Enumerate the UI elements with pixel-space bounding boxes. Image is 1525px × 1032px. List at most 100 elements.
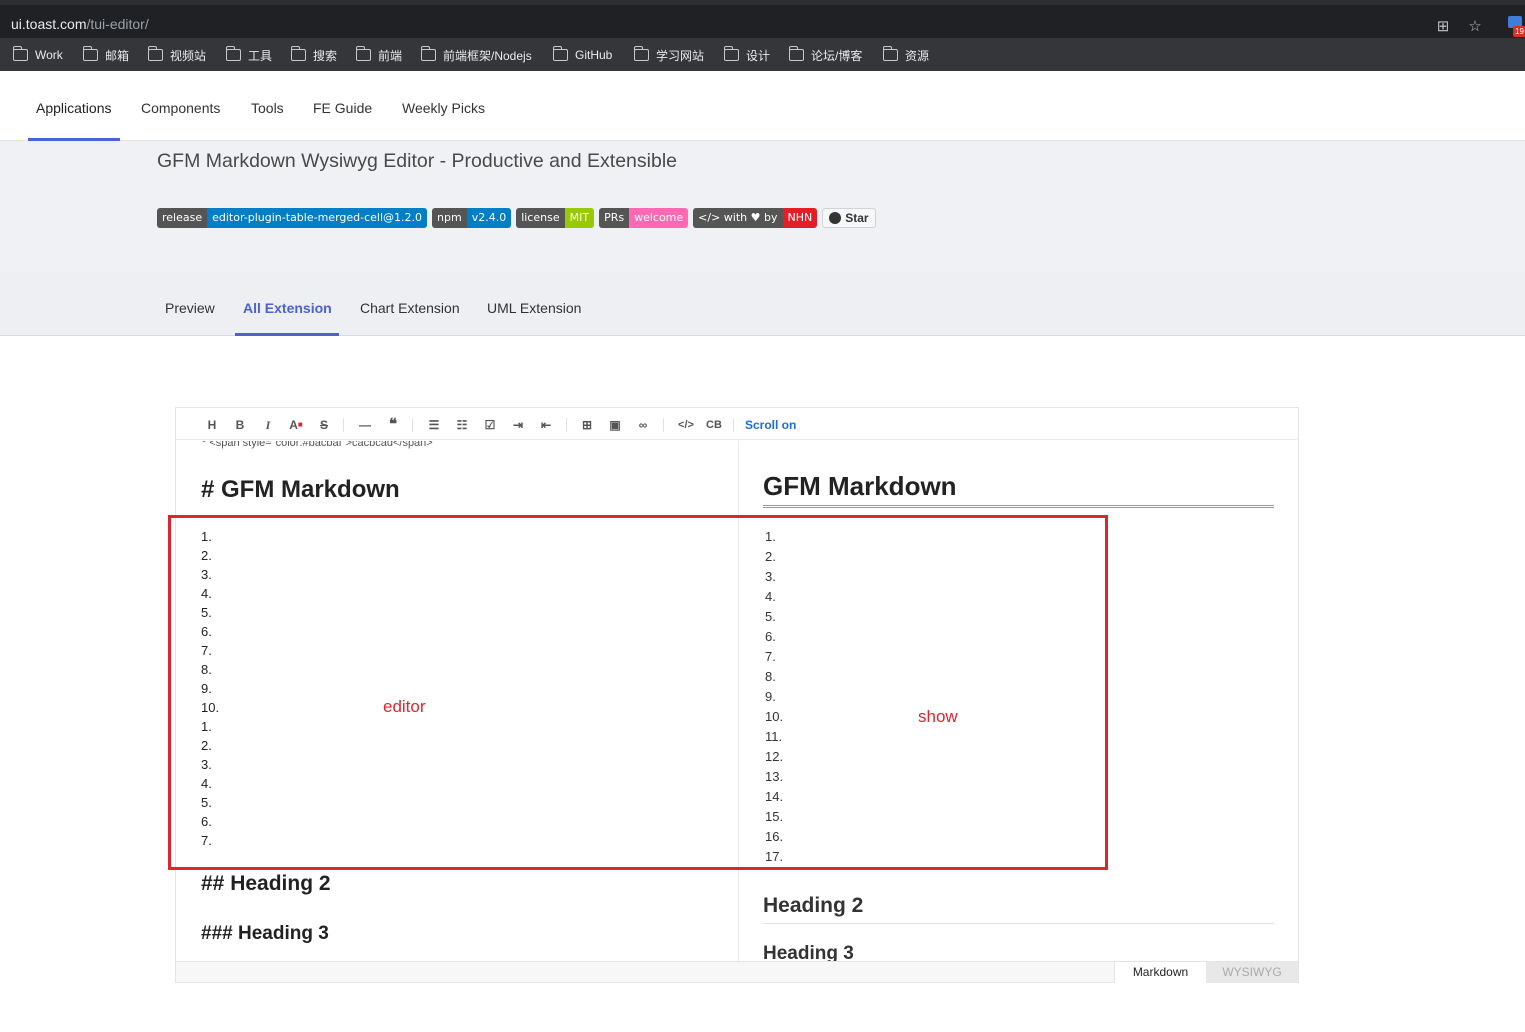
bookmark-folder[interactable]: 工具 [225, 46, 273, 64]
folder-icon [788, 46, 804, 61]
source-heading-3: ### Heading 3 [201, 923, 329, 944]
badge-label: license [516, 208, 565, 228]
toolbar-divider [412, 418, 413, 432]
indent-icon[interactable]: ⇥ [510, 417, 526, 433]
badge-value: v2.4.0 [466, 208, 512, 228]
license-badge[interactable]: license MIT [516, 208, 595, 228]
badge-value: welcome [629, 208, 689, 228]
annotation-box [168, 515, 1108, 870]
translate-icon[interactable]: ⊞ [1434, 18, 1452, 36]
extension-icon[interactable]: 19 [1507, 14, 1525, 37]
preview-heading-1: GFM Markdown [763, 471, 1274, 508]
ordered-list-icon[interactable]: ☷ [454, 417, 470, 433]
nav-fe-guide[interactable]: FE Guide [313, 100, 372, 116]
folder-icon [420, 46, 436, 61]
release-badge[interactable]: release editor-plugin-table-merged-cell@1… [157, 208, 428, 228]
bookmark-label: Work [35, 48, 63, 62]
bookmark-folder[interactable]: GitHub [552, 46, 613, 64]
source-line: * <span style="color:#bacbaf">cacbcad</s… [202, 441, 433, 449]
outdent-icon[interactable]: ⇤ [538, 417, 554, 433]
bullet-list-icon[interactable]: ☰ [426, 417, 442, 433]
codeblock-icon[interactable]: CB [704, 417, 724, 433]
link-icon[interactable]: ∞ [635, 417, 651, 433]
toolbar-divider [566, 418, 567, 432]
text-color-icon[interactable]: A■ [288, 417, 304, 433]
folder-icon [633, 46, 649, 61]
folder-icon [723, 46, 739, 61]
code-icon[interactable]: </> [676, 417, 696, 433]
bookmark-folder[interactable]: 搜索 [290, 46, 338, 64]
strike-icon[interactable]: S [316, 417, 332, 433]
github-star-button[interactable]: Star [822, 208, 876, 228]
toolbar-divider [733, 418, 734, 432]
bookmark-folder[interactable]: 前端框架/Nodejs [420, 46, 532, 64]
bookmark-label: 邮箱 [105, 48, 130, 63]
tab-preview[interactable]: Preview [165, 300, 215, 316]
badge-value: NHN [782, 208, 818, 228]
bookmark-label: GitHub [575, 48, 613, 62]
bookmark-label: 资源 [905, 48, 930, 63]
browser-url-bar: ui.toast.com/tui-editor/ ⊞ ☆ 19 [0, 0, 1525, 38]
bookmark-folder[interactable]: 学习网站 [633, 46, 705, 64]
table-icon[interactable]: ⊞ [579, 417, 595, 433]
hero-section: GFM Markdown Wysiwyg Editor - Productive… [0, 141, 1525, 272]
wysiwyg-mode-tab[interactable]: WYSIWYG [1206, 962, 1298, 983]
badge-label: </> with ♥ by [693, 208, 783, 228]
bookmark-label: 搜索 [313, 48, 338, 63]
folder-icon [355, 46, 371, 61]
annotation-show-label: show [918, 707, 958, 726]
bookmark-folder[interactable]: 前端 [355, 46, 402, 64]
folder-icon [147, 46, 163, 61]
bookmark-folder[interactable]: 资源 [882, 46, 930, 64]
quote-icon[interactable]: ❝ [385, 417, 401, 433]
bookmark-label: 设计 [746, 48, 771, 63]
italic-icon[interactable]: I [260, 417, 276, 433]
npm-badge[interactable]: npm v2.4.0 [432, 208, 512, 228]
bold-icon[interactable]: B [232, 417, 248, 433]
scroll-sync-toggle[interactable]: Scroll on [745, 418, 796, 432]
bookmarks-bar: Work 邮箱 视频站 工具 搜索 前端 前端框架/Nodejs GitHub … [0, 38, 1525, 71]
badge-row: release editor-plugin-table-merged-cell@1… [157, 208, 876, 228]
bookmark-label: 视频站 [170, 48, 207, 63]
bookmark-folder[interactable]: 邮箱 [82, 46, 130, 64]
bookmark-label: 前端框架/Nodejs [443, 48, 532, 63]
folder-icon [225, 46, 241, 61]
preview-heading-2: Heading 2 [763, 894, 1274, 924]
markdown-mode-tab[interactable]: Markdown [1114, 962, 1206, 983]
bookmark-label: 论坛/博客 [811, 48, 863, 63]
heading-icon[interactable]: H [204, 417, 220, 433]
badge-value: editor-plugin-table-merged-cell@1.2.0 [207, 208, 428, 228]
tab-all-extension[interactable]: All Extension [243, 300, 332, 316]
bookmark-label: 工具 [248, 48, 273, 63]
source-heading-1: # GFM Markdown [201, 476, 400, 503]
editor-toolbar: H B I A■ S — ❝ ☰ ☷ ☑ ⇥ ⇤ ⊞ ▣ ∞ </> CB Sc… [176, 408, 1298, 440]
tab-chart-extension[interactable]: Chart Extension [360, 300, 460, 316]
bookmark-folder[interactable]: 视频站 [147, 46, 207, 64]
folder-icon [882, 46, 898, 61]
bookmark-folder[interactable]: 设计 [723, 46, 771, 64]
nav-weekly-picks[interactable]: Weekly Picks [402, 100, 485, 116]
url-path: /tui-editor/ [86, 16, 149, 32]
image-icon[interactable]: ▣ [607, 417, 623, 433]
toolbar-divider [343, 418, 344, 432]
address-field[interactable]: ui.toast.com/tui-editor/ ⊞ ☆ [0, 10, 1495, 38]
github-icon [829, 212, 842, 224]
nav-tools[interactable]: Tools [251, 100, 284, 116]
nav-applications[interactable]: Applications [36, 100, 112, 116]
url-host: ui.toast.com [11, 16, 87, 32]
badge-value: MIT [564, 208, 595, 228]
nav-components[interactable]: Components [141, 100, 220, 116]
bookmark-folder[interactable]: Work [12, 46, 63, 64]
horizontal-rule-icon[interactable]: — [357, 417, 373, 433]
bookmark-folder[interactable]: 论坛/博客 [788, 46, 863, 64]
tab-uml-extension[interactable]: UML Extension [487, 300, 581, 316]
url-text[interactable]: ui.toast.com/tui-editor/ [11, 16, 149, 32]
bookmark-star-icon[interactable]: ☆ [1466, 18, 1484, 36]
task-list-icon[interactable]: ☑ [482, 417, 498, 433]
star-label: Star [845, 211, 869, 225]
prs-badge[interactable]: PRs welcome [599, 208, 689, 228]
source-heading-2: ## Heading 2 [201, 872, 331, 895]
nhn-badge[interactable]: </> with ♥ by NHN [693, 208, 818, 228]
annotation-editor-label: editor [383, 697, 426, 716]
bookmark-label: 学习网站 [656, 48, 705, 63]
